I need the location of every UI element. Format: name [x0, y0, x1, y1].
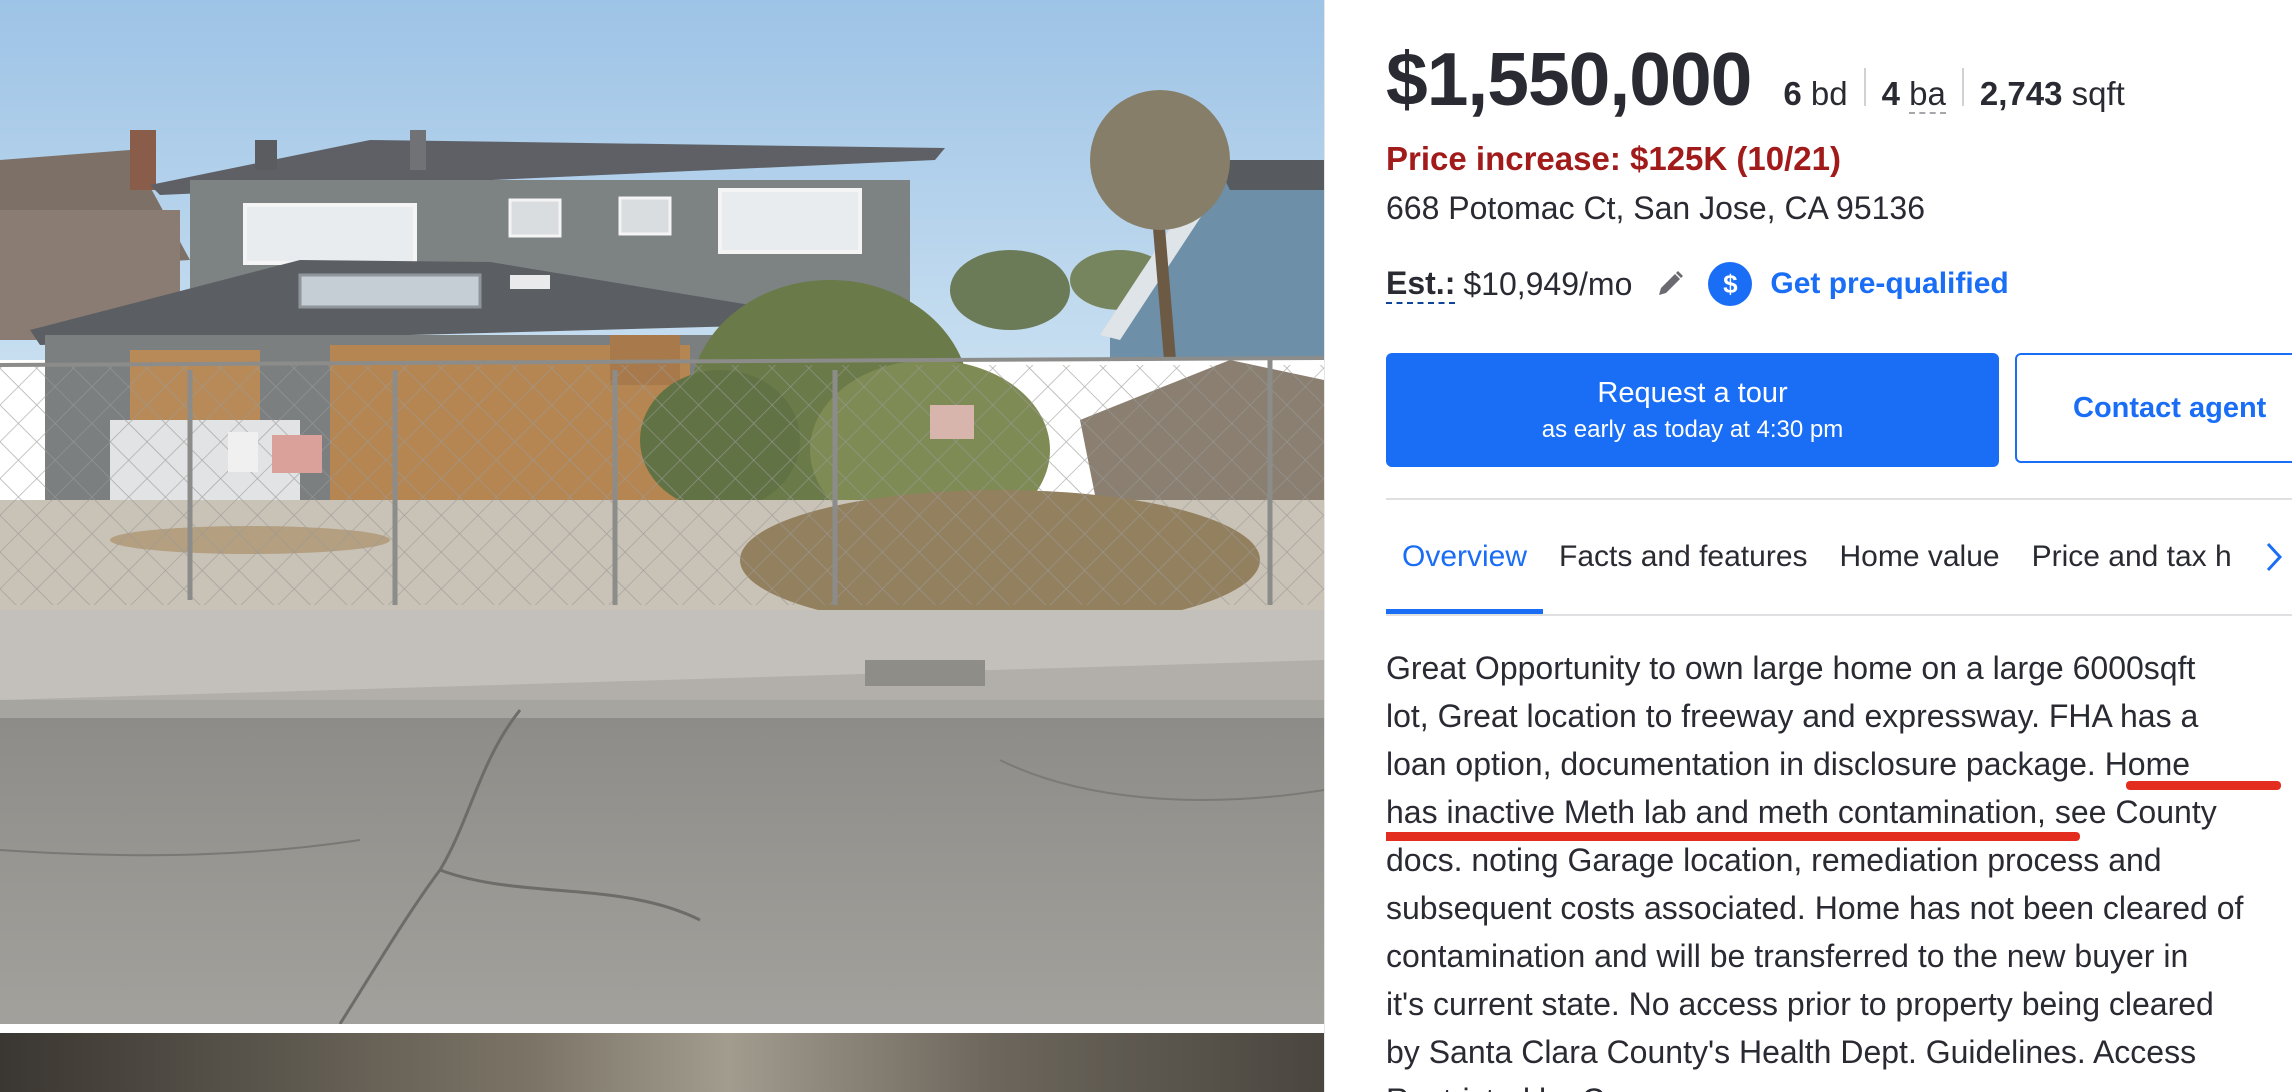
listing-price: $1,550,000: [1386, 37, 1752, 121]
beds-fact: 6 bd: [1783, 75, 1847, 113]
sqft-fact: 2,743 sqft: [1980, 75, 2125, 113]
next-listing-photo-thumbnail[interactable]: [0, 1033, 1324, 1092]
fact-separator: [1863, 68, 1866, 106]
beds-unit: bd: [1810, 75, 1848, 112]
request-tour-sublabel: as early as today at 4:30 pm: [1541, 415, 1844, 443]
description-line: Restricted by Cou: [1386, 1076, 2292, 1092]
fact-separator: [1961, 68, 1964, 106]
listing-summary: $1,550,000 6 bd 4 ba 2,743 sqft: [1386, 36, 2125, 122]
listing-details-panel: $1,550,000 6 bd 4 ba 2,743 sqft Price in…: [1386, 0, 2292, 1092]
pencil-icon[interactable]: [1654, 268, 1686, 300]
description-line: has inactive Meth lab and meth contamina…: [1386, 794, 2217, 830]
tabs-divider: [1386, 614, 2292, 616]
tab-facts-and-features[interactable]: Facts and features: [1543, 500, 1823, 614]
estimate-label[interactable]: Est.:: [1386, 265, 1456, 304]
sqft-unit: sqft: [2071, 75, 2125, 112]
beds-value: 6: [1783, 75, 1802, 112]
description-line: it's current state. No access prior to p…: [1386, 986, 2214, 1022]
description-line: docs. noting Garage location, remediatio…: [1386, 842, 2162, 878]
listing-address: 668 Potomac Ct, San Jose, CA 95136: [1386, 190, 1925, 226]
tab-overview[interactable]: Overview: [1386, 500, 1544, 614]
request-tour-button[interactable]: Request a tour as early as today at 4:30…: [1386, 353, 1999, 467]
tab-price-and-tax-history[interactable]: Price and tax h: [2016, 500, 2248, 614]
house-photo-illustration: [0, 0, 1324, 1024]
annotation-underline: [2126, 781, 2281, 790]
photo-gallery[interactable]: [0, 0, 1324, 1092]
baths-fact[interactable]: 4 ba: [1881, 75, 1946, 114]
estimate-value: $10,949/mo: [1463, 265, 1633, 302]
sqft-value: 2,743: [1979, 75, 2063, 112]
get-prequalified-link[interactable]: Get pre-qualified: [1770, 267, 2008, 301]
description-line: subsequent costs associated. Home has no…: [1386, 890, 2244, 926]
baths-value: 4: [1881, 75, 1900, 112]
tab-home-value[interactable]: Home value: [1824, 500, 2016, 614]
main-listing-photo[interactable]: [0, 0, 1324, 1024]
description-line: contamination and will be transferred to…: [1386, 938, 2189, 974]
listing-description: Great Opportunity to own large home on a…: [1386, 644, 2292, 1092]
baths-unit: ba: [1909, 75, 1946, 114]
chevron-right-icon[interactable]: [2262, 540, 2286, 574]
payment-estimate-row: Est.: $10,949/mo $ Get pre-qualified: [1386, 262, 2009, 306]
price-change-notice: Price increase: $125K (10/21): [1386, 140, 1841, 177]
dollar-icon[interactable]: $: [1708, 262, 1753, 306]
listing-tabs: Overview Facts and features Home value P…: [1386, 500, 2292, 614]
column-divider: [1324, 0, 1355, 1092]
contact-agent-button[interactable]: Contact agent: [2015, 353, 2292, 463]
annotation-underline: [1386, 832, 2080, 841]
description-line: lot, Great location to freeway and expre…: [1386, 698, 2199, 734]
description-line: Great Opportunity to own large home on a…: [1386, 650, 2196, 686]
description-line: by Santa Clara County's Health Dept. Gui…: [1386, 1034, 2197, 1070]
request-tour-label: Request a tour: [1597, 376, 1788, 409]
